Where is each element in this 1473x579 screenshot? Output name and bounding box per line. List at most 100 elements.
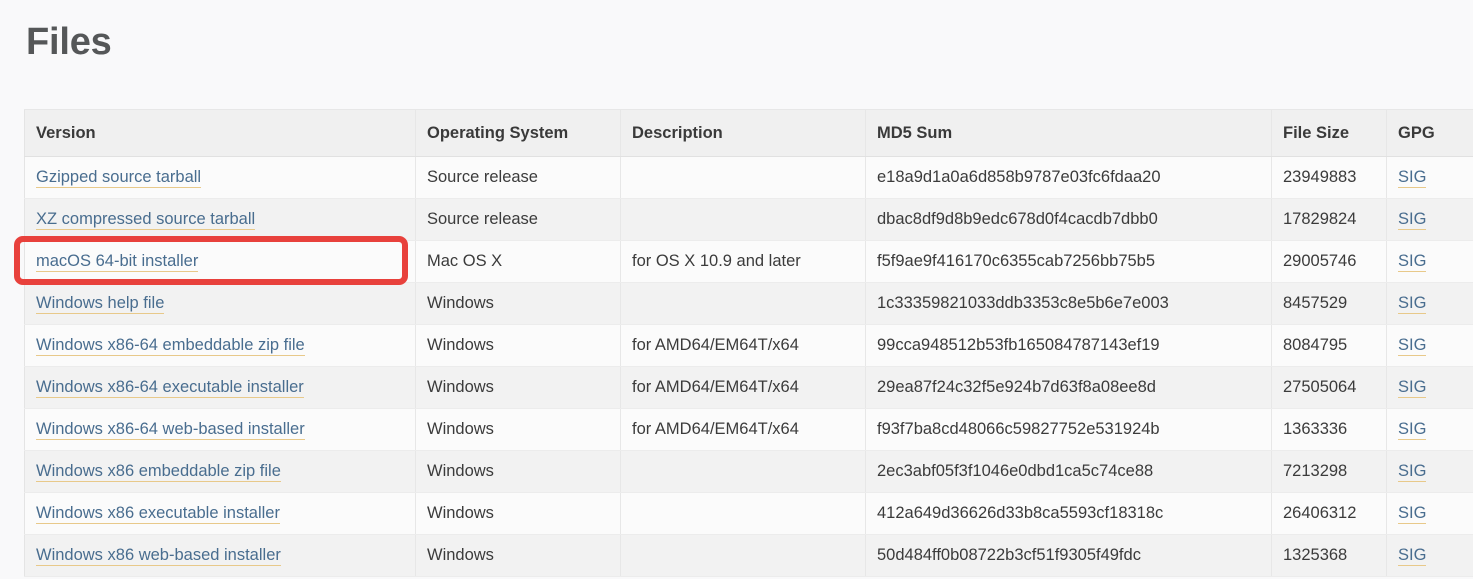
gpg-signature-link[interactable]: SIG [1398, 210, 1427, 230]
file-size-value: 29005746 [1283, 252, 1357, 270]
cell-operating-system: Source release [415, 156, 621, 199]
md5-sum-value: 99cca948512b53fb165084787143ef19 [877, 336, 1160, 354]
operating-system-value: Windows [427, 462, 494, 480]
cell-operating-system: Source release [415, 198, 621, 241]
gpg-signature-link[interactable]: SIG [1398, 294, 1427, 314]
cell-md5-sum: f5f9ae9f416170c6355cab7256bb75b5 [865, 240, 1272, 283]
gpg-signature-link[interactable]: SIG [1398, 336, 1427, 356]
file-size-value: 1325368 [1283, 546, 1348, 564]
cell-description: for AMD64/EM64T/x64 [620, 324, 866, 367]
cell-version: Windows x86 embeddable zip file [24, 450, 416, 493]
cell-description: for OS X 10.9 and later [620, 240, 866, 283]
gpg-signature-link[interactable]: SIG [1398, 168, 1427, 188]
version-download-link[interactable]: Windows x86 web-based installer [36, 546, 281, 566]
file-size-value: 1363336 [1283, 420, 1348, 438]
cell-file-size: 27505064 [1271, 366, 1387, 409]
cell-operating-system: Windows [415, 492, 621, 535]
cell-file-size: 7213298 [1271, 450, 1387, 493]
cell-description [620, 534, 866, 577]
table-row: XZ compressed source tarball Source relea… [24, 198, 1473, 241]
cell-gpg: SIG [1386, 240, 1473, 283]
files-table-body: Gzipped source tarball Source release e18a… [24, 156, 1473, 577]
cell-file-size: 29005746 [1271, 240, 1387, 283]
gpg-signature-link[interactable]: SIG [1398, 504, 1427, 524]
cell-gpg: SIG [1386, 366, 1473, 409]
gpg-signature-link[interactable]: SIG [1398, 378, 1427, 398]
operating-system-value: Source release [427, 168, 538, 186]
table-row: Windows x86 executable installer Windows 4… [24, 492, 1473, 535]
table-row: Windows x86-64 executable installer Windo… [24, 366, 1473, 409]
cell-md5-sum: 99cca948512b53fb165084787143ef19 [865, 324, 1272, 367]
table-row: Windows x86-64 embeddable zip file Window… [24, 324, 1473, 367]
version-download-link[interactable]: Windows help file [36, 294, 165, 314]
version-download-link[interactable]: Windows x86-64 executable installer [36, 378, 304, 398]
gpg-signature-link[interactable]: SIG [1398, 462, 1427, 482]
files-table-head: Version Operating System Description MD5… [24, 109, 1473, 157]
md5-sum-value: 2ec3abf05f3f1046e0dbd1ca5c74ce88 [877, 462, 1154, 480]
gpg-signature-link[interactable]: SIG [1398, 252, 1427, 272]
operating-system-value: Windows [427, 420, 494, 438]
cell-operating-system: Windows [415, 450, 621, 493]
page-title: Files [26, 21, 112, 63]
cell-description [620, 450, 866, 493]
version-download-link[interactable]: Windows x86 embeddable zip file [36, 462, 281, 482]
column-header-file-size: File Size [1271, 109, 1387, 157]
cell-file-size: 1325368 [1271, 534, 1387, 577]
cell-operating-system: Windows [415, 534, 621, 577]
column-header-version: Version [24, 109, 416, 157]
cell-gpg: SIG [1386, 492, 1473, 535]
cell-version: Windows help file [24, 282, 416, 325]
cell-description [620, 492, 866, 535]
operating-system-value: Windows [427, 546, 494, 564]
md5-sum-value: 1c33359821033ddb3353c8e5b6e7e003 [877, 294, 1169, 312]
cell-operating-system: Windows [415, 366, 621, 409]
table-row: Windows help file Windows 1c33359821033ddb… [24, 282, 1473, 325]
cell-operating-system: Windows [415, 282, 621, 325]
version-download-link[interactable]: Windows x86-64 web-based installer [36, 420, 305, 440]
cell-operating-system: Windows [415, 324, 621, 367]
file-size-value: 26406312 [1283, 504, 1357, 522]
version-download-link[interactable]: Windows x86-64 embeddable zip file [36, 336, 305, 356]
cell-file-size: 8457529 [1271, 282, 1387, 325]
cell-file-size: 23949883 [1271, 156, 1387, 199]
gpg-signature-link[interactable]: SIG [1398, 420, 1427, 440]
file-size-value: 27505064 [1283, 378, 1357, 396]
file-size-value: 8084795 [1283, 336, 1348, 354]
table-row: Windows x86 web-based installer Windows 50… [24, 534, 1473, 577]
cell-file-size: 26406312 [1271, 492, 1387, 535]
description-value: for AMD64/EM64T/x64 [632, 420, 799, 438]
md5-sum-value: e18a9d1a0a6d858b9787e03fc6fdaa20 [877, 168, 1161, 186]
table-header-row: Version Operating System Description MD5… [24, 109, 1473, 157]
cell-md5-sum: 412a649d36626d33b8ca5593cf18318c [865, 492, 1272, 535]
operating-system-value: Windows [427, 504, 494, 522]
file-size-value: 23949883 [1283, 168, 1357, 186]
cell-file-size: 17829824 [1271, 198, 1387, 241]
cell-file-size: 8084795 [1271, 324, 1387, 367]
column-header-operating-system: Operating System [415, 109, 621, 157]
description-value: for AMD64/EM64T/x64 [632, 336, 799, 354]
file-size-value: 17829824 [1283, 210, 1357, 228]
version-download-link[interactable]: Gzipped source tarball [36, 168, 202, 188]
description-value: for AMD64/EM64T/x64 [632, 378, 799, 396]
cell-version: Windows x86-64 executable installer [24, 366, 416, 409]
column-header-gpg: GPG [1386, 109, 1473, 157]
cell-md5-sum: 1c33359821033ddb3353c8e5b6e7e003 [865, 282, 1272, 325]
md5-sum-value: f93f7ba8cd48066c59827752e531924b [877, 420, 1160, 438]
md5-sum-value: dbac8df9d8b9edc678d0f4cacdb7dbb0 [877, 210, 1158, 228]
md5-sum-value: f5f9ae9f416170c6355cab7256bb75b5 [877, 252, 1156, 270]
column-header-description: Description [620, 109, 866, 157]
cell-version: Windows x86 executable installer [24, 492, 416, 535]
cell-operating-system: Mac OS X [415, 240, 621, 283]
operating-system-value: Source release [427, 210, 538, 228]
table-row: macOS 64-bit installer Mac OS X for OS X 1… [24, 240, 1473, 283]
cell-version: Windows x86-64 embeddable zip file [24, 324, 416, 367]
cell-gpg: SIG [1386, 198, 1473, 241]
cell-description [620, 282, 866, 325]
cell-description [620, 198, 866, 241]
file-size-value: 7213298 [1283, 462, 1348, 480]
version-download-link[interactable]: macOS 64-bit installer [36, 252, 199, 272]
cell-file-size: 1363336 [1271, 408, 1387, 451]
version-download-link[interactable]: Windows x86 executable installer [36, 504, 280, 524]
gpg-signature-link[interactable]: SIG [1398, 546, 1427, 566]
version-download-link[interactable]: XZ compressed source tarball [36, 210, 256, 230]
